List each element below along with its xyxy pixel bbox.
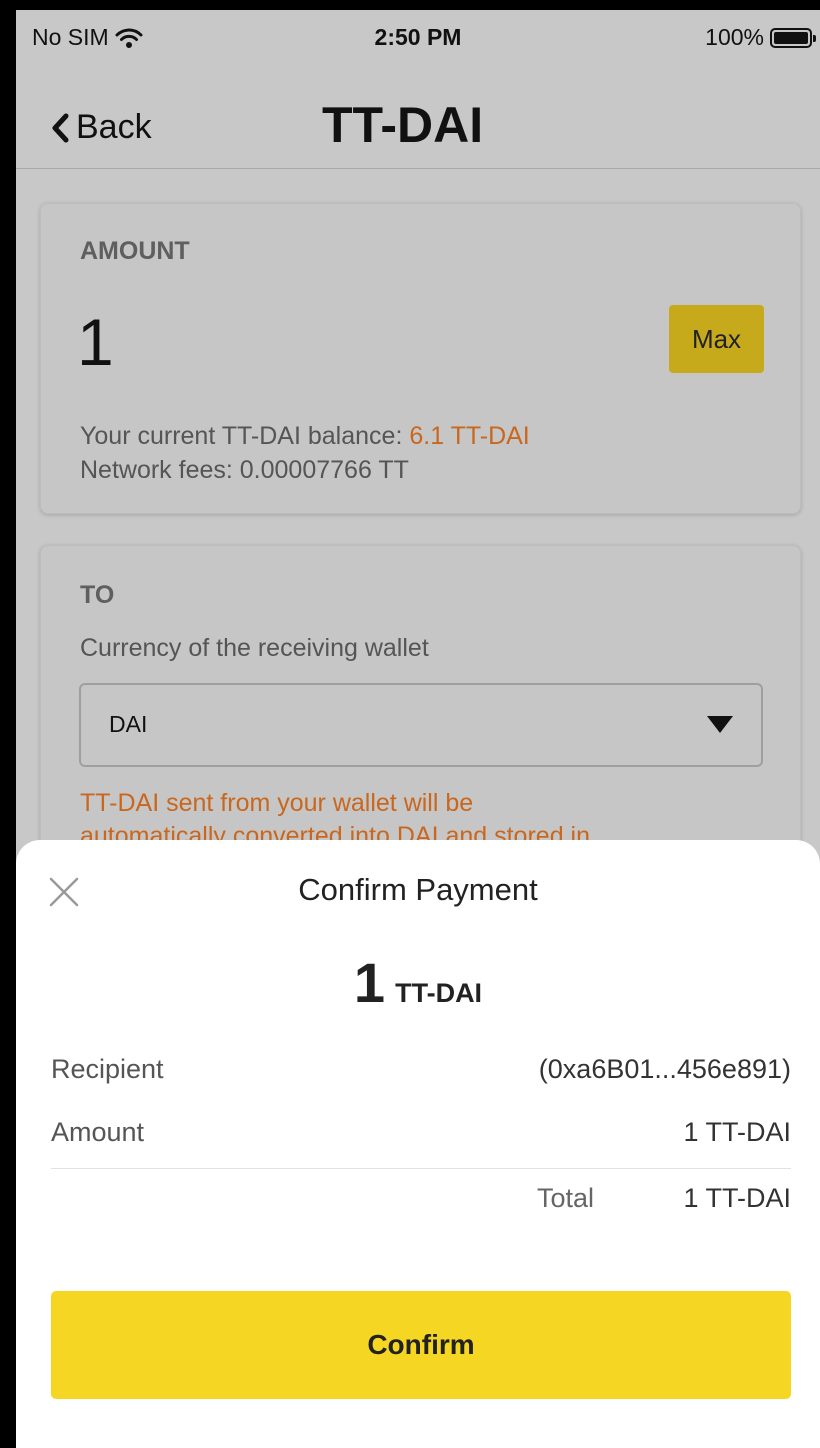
network-fees: Network fees: 0.00007766 TT [80, 456, 409, 484]
app-screen: No SIM 2:50 PM 100% Back TT-DAI AMOUNT 1… [16, 10, 820, 1448]
amount-input[interactable]: 1 [77, 304, 114, 380]
to-section-label: TO [80, 581, 115, 609]
total-label: Total [537, 1183, 595, 1213]
status-time: 2:50 PM [374, 24, 462, 50]
battery-group: 100% [705, 24, 816, 51]
payment-amount: 1 TT-DAI [16, 950, 820, 1015]
warning-line-1: TT-DAI sent from your wallet will be [80, 789, 474, 817]
amount-card: AMOUNT 1 Max Your current TT-DAI balance… [40, 203, 801, 514]
currency-hint: Currency of the receiving wallet [80, 634, 429, 662]
balance-prefix: Your current TT-DAI balance: [80, 422, 410, 450]
currency-select[interactable]: DAI [79, 683, 763, 767]
balance-amount: 6.1 TT-DAI [409, 422, 530, 450]
navigation-bar: Back TT-DAI [16, 68, 820, 169]
back-button[interactable]: Back [50, 108, 152, 147]
currency-select-value: DAI [109, 711, 148, 737]
amount-row-label: Amount [51, 1117, 145, 1147]
amount-section-label: AMOUNT [80, 237, 190, 265]
amount-row-value: 1 TT-DAI [683, 1117, 791, 1147]
confirm-button[interactable]: Confirm [51, 1291, 791, 1399]
balance-line: Your current TT-DAI balance: 6.1 TT-DAI [80, 419, 530, 453]
recipient-label: Recipient [51, 1054, 164, 1084]
battery-percent: 100% [705, 24, 764, 50]
payment-amount-value: 1 [353, 951, 386, 1014]
status-bar: No SIM 2:50 PM 100% [16, 10, 820, 68]
confirm-payment-sheet: Confirm Payment 1 TT-DAI Recipient (0xa6B… [16, 840, 820, 1448]
recipient-address: (0xa6B01...456e891) [538, 1054, 791, 1084]
divider [51, 1168, 791, 1169]
total-value: 1 TT-DAI [683, 1183, 791, 1213]
amount-row: Amount 1 TT-DAI [51, 1117, 791, 1148]
chevron-left-icon [52, 113, 69, 142]
page-title: TT-DAI [322, 97, 484, 153]
sheet-title: Confirm Payment [298, 872, 538, 907]
payment-amount-unit: TT-DAI [395, 978, 483, 1008]
max-button[interactable]: Max [669, 305, 764, 373]
back-label: Back [76, 108, 152, 146]
balance-info: Your current TT-DAI balance: 6.1 TT-DAI … [80, 419, 530, 487]
recipient-row: Recipient (0xa6B01...456e891) [51, 1054, 791, 1085]
battery-icon [770, 27, 816, 48]
triangle-down-icon [707, 716, 733, 733]
